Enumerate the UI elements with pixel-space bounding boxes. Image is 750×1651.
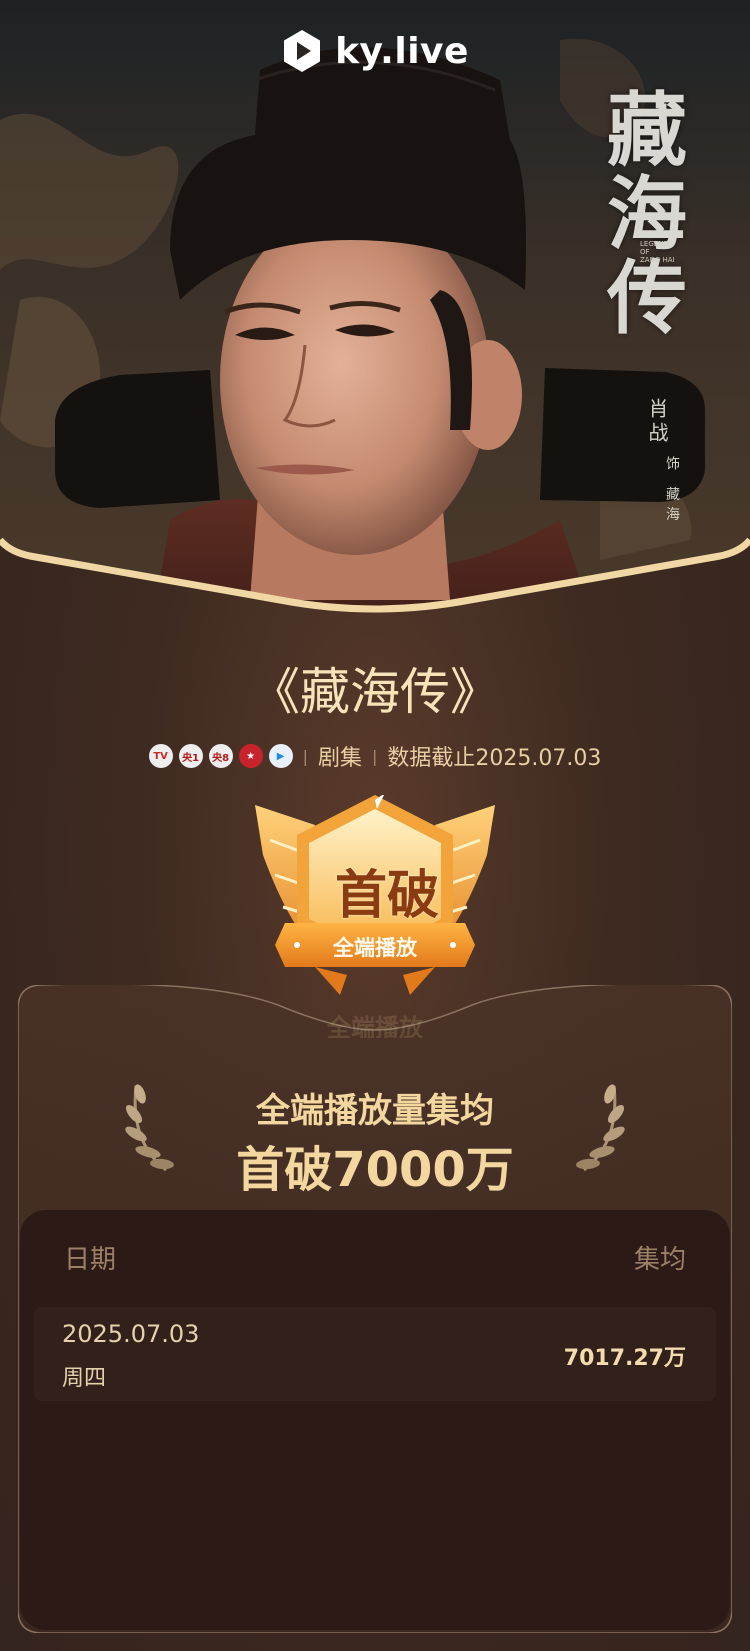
poster-actor: 肖战	[645, 398, 669, 446]
divider: |	[372, 746, 378, 766]
poster-subtitle-line: ZANG HAI	[640, 256, 675, 264]
row-date: 2025.07.03	[62, 1320, 200, 1348]
brand-header: ky.live	[0, 28, 750, 74]
data-as-of: 数据截止2025.07.03	[387, 746, 602, 771]
poster-title-char: 藏	[607, 83, 687, 177]
tv-icon: TV	[148, 744, 173, 768]
page: ky.live 藏 海 传 LEGEND OF ZANG HAI 肖战 饰 藏海…	[0, 0, 750, 1651]
badge-reflection: 全端播放	[327, 1014, 423, 1038]
row-weekday: 周四	[62, 1366, 107, 1391]
row-value: 7017.27万	[563, 1346, 686, 1371]
poster-subtitle-line: LEGEND	[640, 240, 669, 248]
meta-row: TV 央1 央8 ★ ▶ | 剧集 | 数据截止2025.07.03	[0, 740, 750, 772]
column-header-average: 集均	[633, 1245, 686, 1275]
summary-label: 全端播放量集均	[256, 1091, 494, 1131]
badge-title: 首破	[335, 866, 440, 926]
poster-subtitle: LEGEND OF ZANG HAI	[640, 240, 680, 264]
poster-title: 藏 海 传	[592, 88, 702, 340]
divider: |	[302, 746, 308, 766]
poster-hero: ky.live 藏 海 传 LEGEND OF ZANG HAI 肖战 饰 藏海	[0, 0, 750, 640]
brand-name: ky.live	[335, 30, 469, 72]
poster-title-char: 传	[607, 251, 687, 345]
play-logo-icon	[284, 30, 321, 72]
badge-ribbon-text: 全端播放	[333, 936, 417, 960]
dragon-tv-icon: ★	[238, 744, 263, 768]
cctv1-icon: 央1	[178, 744, 203, 768]
poster-role: 饰 藏海	[664, 456, 680, 527]
column-header-date: 日期	[64, 1245, 117, 1275]
cctv8-icon: 央8	[208, 744, 233, 768]
poster-subtitle-line: OF	[640, 248, 650, 256]
show-title: 《藏海传》	[250, 663, 500, 721]
achievement-badge: 首破 全端播放	[255, 793, 495, 1010]
youku-icon: ▶	[268, 744, 293, 768]
data-table	[20, 1210, 730, 1630]
summary-value: 首破7000万	[236, 1142, 514, 1198]
category-label: 剧集	[318, 746, 363, 771]
